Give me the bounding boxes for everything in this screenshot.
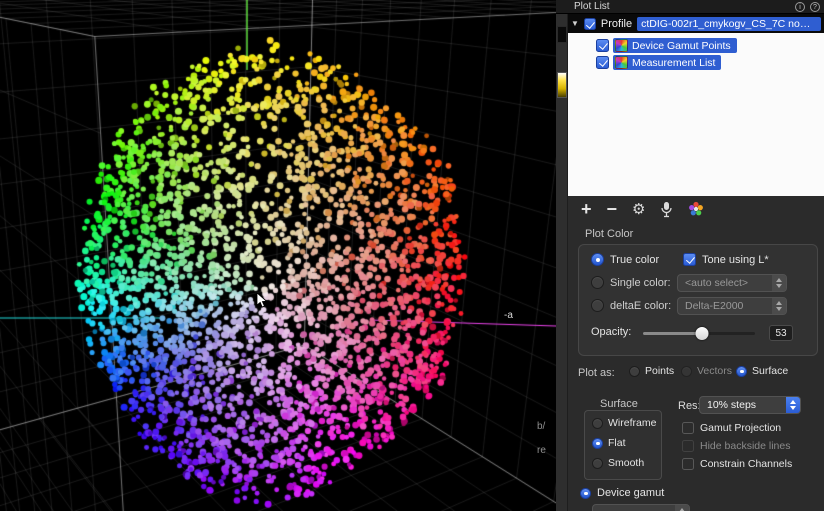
gamut-plot-canvas[interactable] — [0, 0, 556, 511]
gamut-projection-option[interactable]: Gamut Projection — [682, 422, 781, 434]
chevron-up-down-icon — [772, 275, 786, 291]
opacity-slider-knob[interactable] — [696, 327, 709, 340]
res-popup[interactable]: 10% steps — [699, 396, 801, 414]
tone-using-label: Tone using L* — [702, 254, 769, 266]
surface-section-label: Surface — [600, 398, 638, 410]
plot-list-panel: Plot List i ? ▼ Profile ctDIG-002r1_cmyk… — [556, 0, 824, 511]
single-color-popup[interactable]: <auto select> — [677, 274, 787, 292]
tone-using-option[interactable]: Tone using L* — [683, 253, 769, 266]
points-radio[interactable] — [629, 366, 640, 377]
device-gamut-label: Device gamut — [597, 487, 664, 499]
wireframe-label: Wireframe — [608, 417, 656, 429]
panel-header: Plot List i ? — [556, 0, 824, 14]
res-value: 10% steps — [707, 399, 756, 411]
plot-as-label: Plot as: — [578, 367, 615, 379]
info-icon[interactable]: i — [795, 2, 805, 12]
profile-name-selected[interactable]: ctDIG-002r1_cmykogv_CS_7C no… — [637, 17, 821, 31]
flat-radio[interactable] — [592, 438, 603, 449]
profile-row[interactable]: ▼ Profile ctDIG-002r1_cmykogv_CS_7C no… — [568, 14, 824, 33]
deltae-value: Delta-E2000 — [685, 300, 743, 312]
opacity-slider-fill — [643, 332, 702, 335]
deltae-popup[interactable]: Delta-E2000 — [677, 297, 787, 315]
opacity-label: Opacity: — [591, 326, 631, 338]
single-color-option[interactable]: Single color: — [591, 276, 671, 289]
deltae-color-label: deltaE color: — [610, 300, 671, 312]
flat-label: Flat — [608, 437, 626, 449]
device-gamut-radio[interactable] — [580, 488, 591, 499]
chevron-up-down-icon — [786, 397, 800, 413]
side-rail — [556, 14, 568, 511]
list-item-label: Device Gamut Points — [632, 40, 731, 52]
profile-label: Profile — [601, 18, 632, 30]
remove-button[interactable]: − — [607, 200, 618, 218]
points-label: Points — [645, 365, 674, 377]
list-toolbar: + − ⚙ — [568, 196, 824, 222]
profile-checkbox[interactable] — [584, 18, 596, 30]
smooth-radio[interactable] — [592, 458, 603, 469]
measurement-list-item[interactable]: Measurement List — [613, 55, 721, 70]
vectors-radio[interactable] — [681, 366, 692, 377]
constrain-channels-checkbox[interactable] — [682, 458, 694, 470]
tone-using-checkbox[interactable] — [683, 253, 696, 266]
opacity-value-field[interactable]: 53 — [769, 325, 793, 341]
deltae-color-option[interactable]: deltaE color: — [591, 299, 671, 312]
constrain-channels-option[interactable]: Constrain Channels — [682, 458, 792, 470]
list-item[interactable]: Measurement List — [596, 54, 721, 71]
add-button[interactable]: + — [581, 200, 592, 218]
device-gamut-points-checkbox[interactable] — [596, 39, 609, 52]
device-gamut-option[interactable]: Device gamut — [580, 487, 664, 499]
true-color-radio[interactable] — [591, 253, 604, 266]
disclosure-triangle-icon[interactable]: ▼ — [571, 19, 579, 28]
measurement-list-checkbox[interactable] — [596, 56, 609, 69]
wireframe-radio[interactable] — [592, 418, 603, 429]
single-color-value: <auto select> — [685, 277, 748, 289]
opacity-slider[interactable] — [643, 327, 755, 340]
color-flower-button[interactable] — [688, 201, 704, 217]
single-color-radio[interactable] — [591, 276, 604, 289]
surface-label: Surface — [752, 365, 788, 377]
microphone-button[interactable] — [660, 201, 673, 218]
plot-as-vectors-option[interactable]: Vectors — [681, 365, 732, 377]
true-color-label: True color — [610, 254, 659, 266]
help-icon[interactable]: ? — [810, 2, 820, 12]
list-item[interactable]: Device Gamut Points — [596, 37, 737, 54]
surface-mode-box: Wireframe Flat Smooth — [584, 410, 662, 480]
smooth-option[interactable]: Smooth — [592, 457, 644, 469]
plot-list: Device Gamut Points Measurement List — [568, 33, 824, 196]
plot-color-group: True color Tone using L* Single color: <… — [578, 244, 818, 356]
chevron-up-down-icon — [772, 298, 786, 314]
plot-as-points-option[interactable]: Points — [629, 365, 674, 377]
gamut-icon — [615, 39, 628, 52]
gamut-projection-checkbox[interactable] — [682, 422, 694, 434]
gradient-legend-swatch — [557, 72, 567, 98]
chevron-up-down-icon — [675, 505, 689, 511]
plot-color-section-label: Plot Color — [585, 228, 633, 240]
hide-backside-checkbox[interactable] — [682, 440, 694, 452]
hide-backside-label: Hide backside lines — [700, 440, 790, 452]
single-color-label: Single color: — [610, 277, 671, 289]
list-item-label: Measurement List — [632, 57, 715, 69]
clipped-popup[interactable] — [592, 504, 690, 511]
wireframe-option[interactable]: Wireframe — [592, 417, 656, 429]
res-label: Res: — [678, 400, 701, 412]
smooth-label: Smooth — [608, 457, 644, 469]
true-color-option[interactable]: True color — [591, 253, 659, 266]
device-gamut-points-item[interactable]: Device Gamut Points — [613, 38, 737, 53]
hide-backside-option[interactable]: Hide backside lines — [682, 440, 790, 452]
gear-button[interactable]: ⚙ — [632, 202, 645, 217]
gamut-3d-viewport[interactable]: -a b/ re — [0, 0, 556, 511]
measurement-icon — [615, 56, 628, 69]
constrain-channels-label: Constrain Channels — [700, 458, 792, 470]
gamut-projection-label: Gamut Projection — [700, 422, 781, 434]
flat-option[interactable]: Flat — [592, 437, 626, 449]
deltae-color-radio[interactable] — [591, 299, 604, 312]
panel-title: Plot List — [556, 1, 610, 12]
plot-as-surface-option[interactable]: Surface — [736, 365, 788, 377]
surface-radio[interactable] — [736, 366, 747, 377]
vectors-label: Vectors — [697, 365, 732, 377]
rail-button[interactable] — [557, 26, 567, 43]
